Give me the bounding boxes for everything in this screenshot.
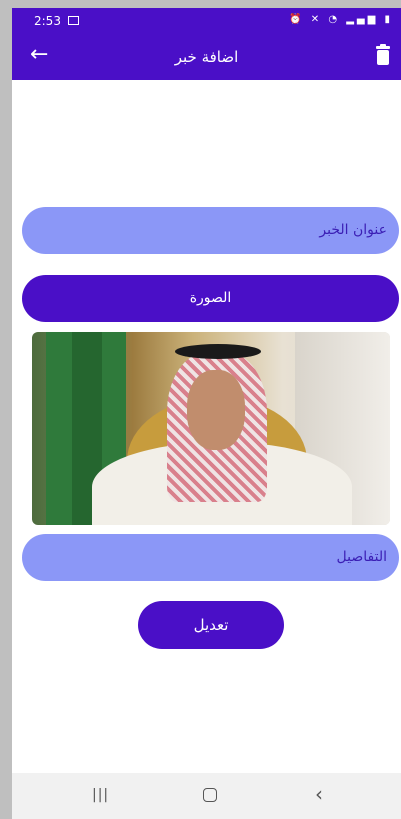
news-image [32,332,390,525]
details-field[interactable]: التفاصيل [22,534,399,581]
home-icon[interactable] [203,788,217,802]
image-button-label: الصورة [189,290,232,306]
back-chevron-icon[interactable]: ‹ [315,782,323,806]
trash-icon[interactable] [375,44,391,66]
status-time: 2:53 [34,14,61,28]
status-bar: 2:53 ⏰ ✕ ◔ ▂▄▆ ▮ [12,8,401,34]
news-title-placeholder: عنوان الخبر [319,222,387,238]
page-title: اضافة خبر [174,48,239,66]
news-title-field[interactable]: عنوان الخبر [22,207,399,254]
image-button[interactable]: الصورة [22,275,399,322]
status-icons: ⏰ ✕ ◔ ▂▄▆ ▮ [289,14,393,25]
app-screen: 2:53 ⏰ ✕ ◔ ▂▄▆ ▮ ← اضافة خبر عنوان الخبر… [12,8,401,819]
details-placeholder: التفاصيل [336,549,387,565]
gallery-notification-icon [68,16,79,25]
system-nav-bar: ||| ‹ [12,773,401,819]
edit-button-label: تعديل [193,616,229,634]
edit-button[interactable]: تعديل [138,601,284,649]
recent-apps-icon[interactable]: ||| [92,787,109,803]
image-agal [175,344,261,359]
image-face [187,370,245,450]
app-bar: ← اضافة خبر [12,34,401,80]
